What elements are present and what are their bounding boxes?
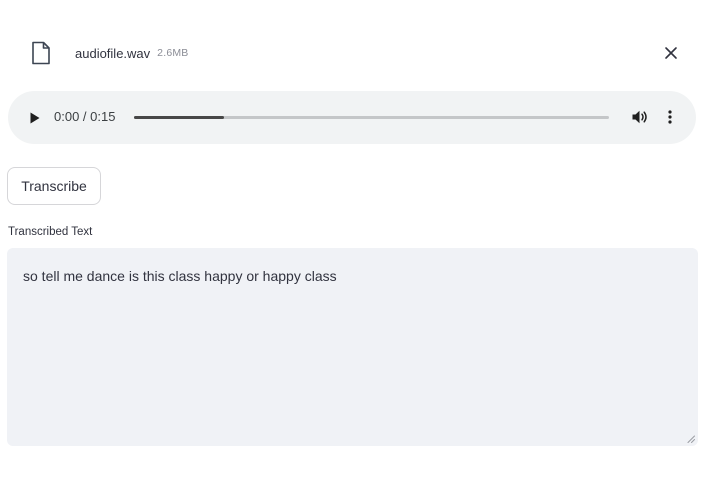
close-icon xyxy=(665,47,677,59)
uploaded-file: audiofile.wav 2.6MB xyxy=(30,38,690,68)
file-name: audiofile.wav xyxy=(75,45,151,61)
play-icon xyxy=(30,112,40,124)
time-display: 0:00 / 0:15 xyxy=(54,109,116,124)
transcribe-button[interactable]: Transcribe xyxy=(7,167,101,205)
page: audiofile.wav 2.6MB 0:00 / 0:15 Transcri… xyxy=(0,0,719,487)
volume-icon xyxy=(632,110,647,124)
remove-file-button[interactable] xyxy=(660,42,682,64)
file-icon xyxy=(30,40,52,66)
seek-buffered xyxy=(134,116,225,119)
resize-handle-icon[interactable] xyxy=(687,435,695,443)
transcribed-text-area[interactable]: so tell me dance is this class happy or … xyxy=(7,248,698,446)
transcribed-text-label: Transcribed Text xyxy=(8,226,93,238)
more-vertical-icon xyxy=(668,110,672,124)
file-size: 2.6MB xyxy=(157,47,189,59)
audio-player: 0:00 / 0:15 xyxy=(8,91,696,144)
volume-button[interactable] xyxy=(631,108,649,126)
more-options-button[interactable] xyxy=(664,108,676,126)
transcribed-text-value: so tell me dance is this class happy or … xyxy=(23,268,337,284)
play-button[interactable] xyxy=(28,110,42,126)
seek-slider[interactable] xyxy=(134,116,609,119)
